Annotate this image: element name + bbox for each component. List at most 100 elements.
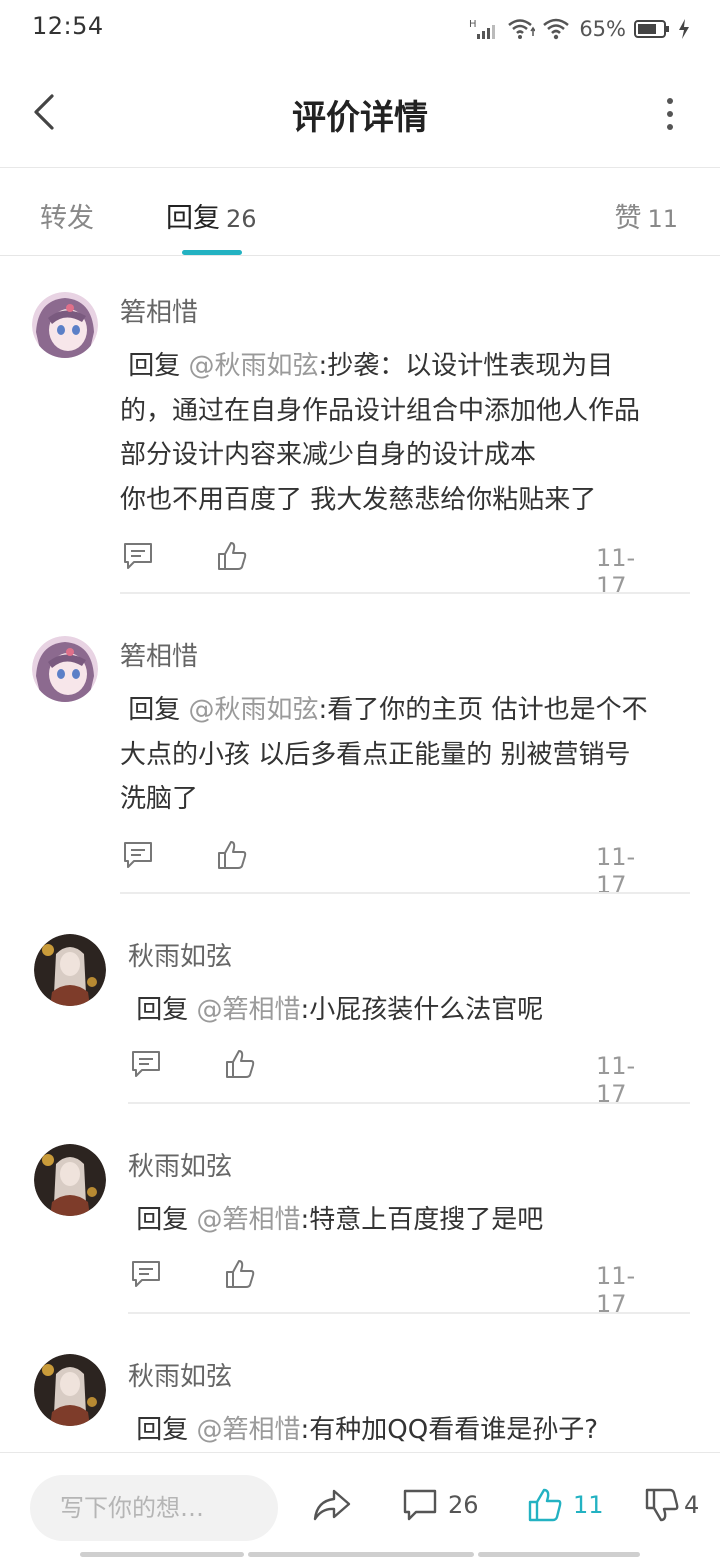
comment-line: :抄袭：以设计性表现为目	[318, 351, 614, 381]
home-indicator	[248, 1552, 474, 1557]
comment-count: 26	[448, 1491, 479, 1519]
page-title: 评价详情	[292, 98, 428, 138]
comment-actions: 11-17	[120, 839, 660, 899]
comment-text: 回复 @箬相惜:小屁孩装什么法官呢	[128, 988, 693, 1033]
share-button[interactable]	[312, 1485, 352, 1525]
dislike-button[interactable]: 4	[644, 1485, 699, 1525]
tab-like-label: 赞	[614, 203, 642, 234]
comment-line: :特意上百度搜了是吧	[300, 1205, 544, 1235]
wifi-data-icon	[508, 19, 536, 39]
divider	[128, 1102, 690, 1104]
divider	[128, 1312, 690, 1314]
divider	[120, 892, 690, 894]
battery-icon	[634, 20, 669, 38]
comment-count-button[interactable]: 26	[402, 1485, 479, 1525]
more-vertical-icon[interactable]	[660, 96, 680, 132]
comment-author[interactable]: 箬相惜	[120, 636, 198, 673]
comment-line: 的，通过在自身作品设计组合中添加他人作品	[120, 395, 641, 426]
thumbs-down-icon	[645, 1488, 679, 1522]
tab-reply-count: 26	[226, 205, 257, 233]
comment-item: 箬相惜 回复 @秋雨如弦:看了你的主页 估计也是个不 大点的小孩 以后多看点正能…	[0, 596, 720, 899]
comment-line: 你也不用百度了 我大发慈悲给你粘贴来了	[120, 484, 597, 515]
mention-link[interactable]: @秋雨如弦	[189, 695, 319, 725]
reply-prefix: 回复	[120, 695, 189, 725]
svg-text:H: H	[469, 19, 477, 30]
comment-item: 箬相惜 回复 @秋雨如弦:抄袭：以设计性表现为目 的，通过在自身作品设计组合中添…	[0, 256, 720, 600]
status-bar: 12:54 H 65%	[0, 0, 720, 58]
comment-item: 秋雨如弦 回复 @箬相惜:小屁孩装什么法官呢 11-17	[0, 896, 720, 1108]
share-icon	[313, 1489, 351, 1521]
dislike-count: 4	[684, 1491, 700, 1519]
mention-link[interactable]: @箬相惜	[197, 995, 301, 1025]
reply-prefix: 回复	[120, 351, 189, 381]
reply-prefix: 回复	[128, 995, 197, 1025]
thumbs-up-icon	[528, 1488, 562, 1522]
tab-reply-label: 回复	[166, 203, 220, 234]
reply-prefix: 回复	[128, 1415, 197, 1445]
comment-item: 秋雨如弦 回复 @箬相惜:有种加QQ看看谁是孙子?	[0, 1316, 720, 1452]
avatar[interactable]	[34, 934, 106, 1006]
avatar[interactable]	[34, 1144, 106, 1216]
status-icons: H 65%	[469, 14, 690, 44]
tab-bar: 转发 回复 26 赞 11	[0, 168, 720, 256]
comment-line: 洗脑了	[120, 784, 199, 814]
comment-list[interactable]: 箬相惜 回复 @秋雨如弦:抄袭：以设计性表现为目 的，通过在自身作品设计组合中添…	[0, 256, 720, 1452]
comment-date: 11-17	[596, 1262, 636, 1318]
comment-input[interactable]	[30, 1475, 278, 1541]
signal-icon: H	[469, 19, 496, 39]
like-button[interactable]: 11	[527, 1485, 604, 1525]
comment-actions: 11-17	[120, 540, 660, 600]
bottom-action-bar: 26 11 4	[0, 1452, 720, 1560]
comment-icon	[403, 1489, 437, 1521]
mention-link[interactable]: @秋雨如弦	[189, 351, 319, 381]
comment-icon[interactable]	[130, 1258, 162, 1290]
comment-text: 回复 @秋雨如弦:抄袭：以设计性表现为目 的，通过在自身作品设计组合中添加他人作…	[120, 344, 685, 522]
comment-author[interactable]: 箬相惜	[120, 292, 198, 329]
app-header: 评价详情	[0, 58, 720, 168]
comment-author[interactable]: 秋雨如弦	[128, 936, 232, 973]
thumbs-up-icon[interactable]	[224, 1048, 256, 1080]
tab-like-count: 11	[647, 205, 678, 233]
avatar[interactable]	[32, 292, 98, 358]
tab-forward[interactable]: 转发	[40, 196, 94, 235]
comment-line: 部分设计内容来减少自身的设计成本	[120, 440, 537, 470]
comment-date: 11-17	[596, 1052, 636, 1108]
comment-text: 回复 @箬相惜:特意上百度搜了是吧	[128, 1198, 693, 1243]
comment-text: 回复 @秋雨如弦:看了你的主页 估计也是个不 大点的小孩 以后多看点正能量的 别…	[120, 688, 685, 822]
divider	[120, 592, 690, 594]
tab-forward-label: 转发	[40, 203, 94, 234]
status-time: 12:54	[32, 12, 104, 40]
comment-icon[interactable]	[122, 839, 154, 871]
wifi-icon	[543, 18, 570, 40]
tab-like[interactable]: 赞 11	[614, 196, 678, 235]
comment-icon[interactable]	[130, 1048, 162, 1080]
comment-actions: 11-17	[128, 1258, 660, 1318]
tab-active-indicator	[182, 250, 242, 255]
thumbs-up-icon[interactable]	[224, 1258, 256, 1290]
comment-author[interactable]: 秋雨如弦	[128, 1146, 232, 1183]
comment-line: :有种加QQ看看谁是孙子?	[300, 1415, 599, 1445]
mention-link[interactable]: @箬相惜	[197, 1205, 301, 1235]
charging-icon	[679, 19, 689, 39]
comment-date: 11-17	[596, 843, 636, 899]
thumbs-up-icon[interactable]	[216, 839, 248, 871]
comment-item: 秋雨如弦 回复 @箬相惜:特意上百度搜了是吧 11-17	[0, 1106, 720, 1318]
thumbs-up-icon[interactable]	[216, 540, 248, 572]
reply-prefix: 回复	[128, 1205, 197, 1235]
battery-percent: 65%	[579, 17, 626, 41]
like-count: 11	[573, 1491, 604, 1519]
avatar[interactable]	[32, 636, 98, 702]
comment-line: 大点的小孩 以后多看点正能量的 别被营销号	[120, 739, 631, 770]
tab-reply[interactable]: 回复 26	[166, 196, 257, 235]
mention-link[interactable]: @箬相惜	[197, 1415, 301, 1445]
comment-line: :看了你的主页 估计也是个不	[318, 695, 648, 725]
comment-line: :小屁孩装什么法官呢	[300, 995, 544, 1025]
avatar[interactable]	[34, 1354, 106, 1426]
comment-author[interactable]: 秋雨如弦	[128, 1356, 232, 1393]
comment-actions: 11-17	[128, 1048, 660, 1108]
comment-icon[interactable]	[122, 540, 154, 572]
comment-input-box[interactable]	[30, 1475, 278, 1541]
comment-text: 回复 @箬相惜:有种加QQ看看谁是孙子?	[128, 1408, 693, 1452]
home-indicator	[478, 1552, 640, 1557]
home-indicator	[80, 1552, 244, 1557]
